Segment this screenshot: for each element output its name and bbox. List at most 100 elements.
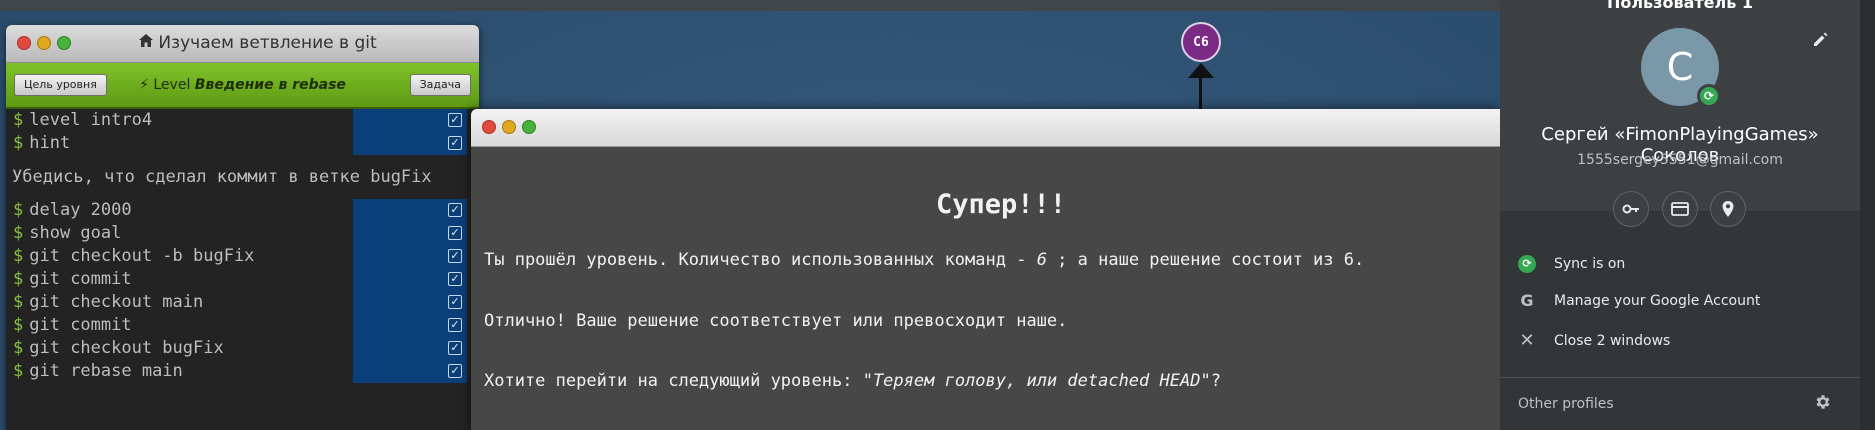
command-line: $ git commit ✓: [6, 268, 479, 291]
checkbox-icon: ✓: [448, 318, 462, 332]
command-line: $ level intro4 ✓: [6, 109, 479, 132]
prompt-symbol: $: [13, 200, 24, 220]
modal-titlebar[interactable]: [471, 109, 1500, 147]
checkbox-icon: ✓: [448, 113, 462, 127]
checkbox-icon: ✓: [448, 203, 462, 217]
top-strip: [0, 0, 1500, 11]
command-count: 6: [1036, 250, 1047, 270]
terminal-output: $ level intro4 ✓ $ hint ✓ Убедись, что сдела…: [6, 109, 479, 383]
next-level-question: Хотите перейти на следующий уровень: "Те…: [484, 371, 1221, 391]
checkbox-icon: ✓: [448, 136, 462, 150]
key-icon: [1622, 204, 1639, 214]
profile-email: 1555sergey5551@gmail.com: [1577, 152, 1783, 168]
gear-icon[interactable]: [1814, 393, 1832, 416]
command-text: show goal: [29, 223, 122, 243]
command-text: git checkout main: [29, 292, 204, 312]
hint-message: Убедись, что сделал коммит в ветке bugFi…: [12, 167, 432, 187]
command-text: git commit: [29, 315, 132, 335]
manage-google-account-item[interactable]: G Manage your Google Account: [1500, 284, 1860, 318]
terminal-titlebar[interactable]: Изучаем ветвление в git: [6, 25, 479, 63]
level-prefix: Level: [153, 77, 191, 93]
command-text: git checkout bugFix: [29, 338, 224, 358]
menu-divider: [1500, 377, 1860, 378]
result-text: Ты прошёл уровень. Количество использова…: [484, 250, 1037, 270]
checkbox-icon: ✓: [448, 249, 462, 263]
commit-arrow-line: [1199, 72, 1202, 112]
close-icon: ✕: [1519, 330, 1535, 351]
profile-menu-panel: Пользователь 1 С ⟳ Сергей «FimonPlayingG…: [1500, 0, 1875, 430]
modal-window-controls: [482, 120, 536, 134]
command-block-a: $ level intro4 ✓ $ hint ✓: [6, 109, 479, 155]
sync-label: Sync is on: [1554, 256, 1626, 272]
command-terminal-window: Изучаем ветвление в git Цель уровня ⚡ Le…: [6, 25, 479, 430]
prompt-symbol: $: [13, 315, 24, 335]
lightning-icon: ⚡: [139, 77, 149, 93]
command-line: $ git checkout -b bugFix ✓: [6, 245, 479, 268]
avatar-letter: С: [1666, 45, 1694, 89]
profile-title: Пользователь 1: [1606, 0, 1754, 12]
praise-message: Отлично! Ваше решение соответствует или …: [484, 311, 1068, 331]
close-windows-label: Close 2 windows: [1554, 333, 1671, 349]
level-name: Введение в rebase: [194, 77, 346, 93]
close-windows-item[interactable]: ✕ Close 2 windows: [1500, 324, 1860, 358]
modal-minimize-button[interactable]: [502, 120, 516, 134]
checkbox-icon: ✓: [448, 341, 462, 355]
result-message: Ты прошёл уровень. Количество использова…: [484, 250, 1364, 270]
command-line: $ git checkout main ✓: [6, 291, 479, 314]
command-line: $ git checkout bugFix ✓: [6, 337, 479, 360]
command-text: level intro4: [29, 110, 153, 130]
commit-node[interactable]: C6: [1181, 22, 1221, 62]
level-label: ⚡ Level Введение в rebase: [6, 63, 479, 107]
google-g-icon: G: [1520, 291, 1534, 310]
payment-card-button[interactable]: [1662, 191, 1698, 227]
checkbox-icon: ✓: [448, 364, 462, 378]
location-pin-icon: [1722, 201, 1734, 217]
next-level-text-end: "?: [1200, 371, 1221, 391]
level-task-button[interactable]: Задача: [409, 74, 471, 96]
modal-close-button[interactable]: [482, 120, 496, 134]
edit-pencil-icon[interactable]: [1812, 31, 1829, 53]
checkbox-icon: ✓: [448, 272, 462, 286]
command-line: $ show goal ✓: [6, 222, 479, 245]
prompt-symbol: $: [13, 110, 24, 130]
command-text: git commit: [29, 269, 132, 289]
checkbox-icon: ✓: [448, 226, 462, 240]
level-complete-modal: Супер!!! Ты прошёл уровень. Количество и…: [471, 109, 1500, 430]
modal-heading: Супер!!!: [935, 189, 1067, 220]
modal-maximize-button[interactable]: [522, 120, 536, 134]
sync-status-item[interactable]: ⟳ Sync is on: [1500, 247, 1860, 281]
prompt-symbol: $: [13, 269, 24, 289]
terminal-title-text: Изучаем ветвление в git: [158, 33, 377, 53]
level-toolbar: Цель уровня ⚡ Level Введение в rebase За…: [6, 63, 479, 109]
prompt-symbol: $: [13, 133, 24, 153]
next-level-text: Хотите перейти на следующий уровень: ": [484, 371, 873, 391]
other-profiles-heading: Other profiles: [1518, 396, 1614, 412]
profile-header: Пользователь 1 С ⟳ Сергей «FimonPlayingG…: [1500, 0, 1860, 211]
sync-badge-icon: ⟳: [1697, 84, 1721, 108]
command-block-b: $ delay 2000 ✓ $ show goal ✓ $ git checkout -…: [6, 199, 479, 383]
command-line: $ git commit ✓: [6, 314, 479, 337]
command-text: delay 2000: [29, 200, 132, 220]
credit-card-icon: [1671, 202, 1689, 216]
prompt-symbol: $: [13, 338, 24, 358]
addresses-pin-button[interactable]: [1710, 191, 1746, 227]
commit-node-label: C6: [1193, 34, 1209, 50]
prompt-symbol: $: [13, 361, 24, 381]
checkbox-icon: ✓: [448, 295, 462, 309]
passwords-key-button[interactable]: [1613, 191, 1649, 227]
panel-scrollbar[interactable]: [1860, 0, 1875, 430]
terminal-title: Изучаем ветвление в git: [6, 25, 479, 62]
command-text: git checkout -b bugFix: [29, 246, 255, 266]
result-text-end: ; а наше решение состоит из 6.: [1046, 250, 1365, 270]
prompt-symbol: $: [13, 246, 24, 266]
command-text: hint: [29, 133, 71, 153]
command-line: $ hint ✓: [6, 132, 479, 155]
sync-icon: ⟳: [1517, 247, 1537, 281]
home-icon: [138, 25, 154, 62]
command-text: git rebase main: [29, 361, 183, 381]
manage-account-label: Manage your Google Account: [1554, 293, 1761, 309]
next-level-name: Теряем голову, или detached HEAD: [872, 371, 1201, 391]
command-line: $ git rebase main ✓: [6, 360, 479, 383]
command-line: $ delay 2000 ✓: [6, 199, 479, 222]
prompt-symbol: $: [13, 223, 24, 243]
